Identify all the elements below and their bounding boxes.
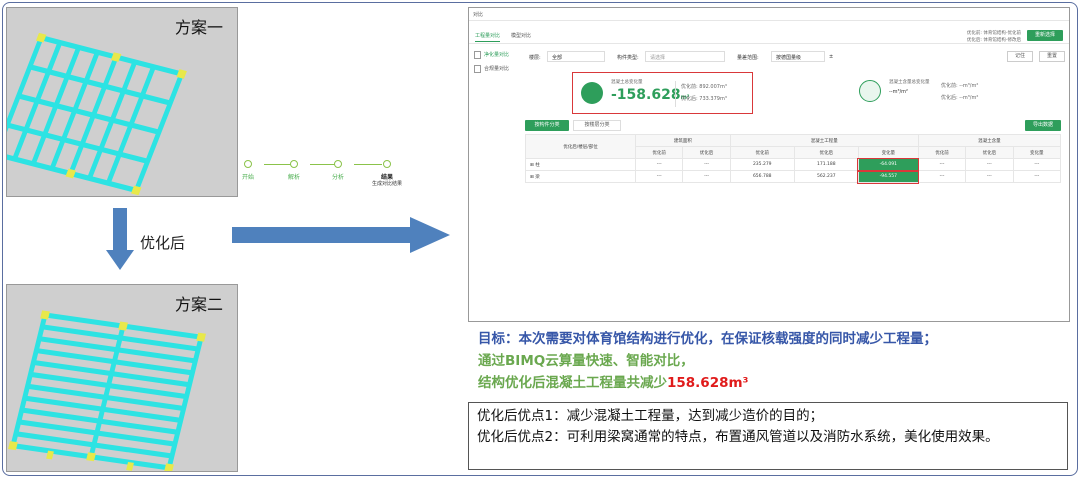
sidebar: 净化量对比 合规量对比 [472, 48, 522, 76]
table-cell: --- [634, 158, 684, 171]
main-tabbar: 工程量对比 模型对比 优化前: 体育馆结构-优化前 优化后: 体育馆结构-修改后… [469, 28, 1069, 44]
table-cell: --- [965, 170, 1014, 183]
table-cell: --- [917, 170, 967, 183]
type-value: 请选择 [650, 55, 666, 61]
column-header: 优化后 [793, 146, 859, 159]
step-result: 结果 生成对比结果 [372, 160, 402, 188]
sidebar-item-label: 合规量对比 [484, 66, 510, 72]
type-select[interactable]: 请选择 [645, 51, 725, 62]
table-cell: --- [917, 158, 967, 171]
card-title: 混凝土含量总变化量 [889, 80, 930, 85]
content-change-value: --m³/m² [889, 89, 909, 95]
export-button[interactable]: 导出数据 [1025, 120, 1061, 131]
info-before: 优化前: 体育馆结构-优化前 [966, 31, 1021, 36]
column-header: 建筑面积 [635, 134, 731, 147]
table-cell: --- [682, 158, 731, 171]
sidebar-item-compliance[interactable]: 合规量对比 [472, 62, 522, 76]
remember-button[interactable]: 记住 [1007, 51, 1033, 62]
table-cell: --- [682, 170, 731, 183]
type-label: 构件类型: [617, 55, 639, 61]
table-cell: 171.188 [793, 158, 859, 171]
progress-steps: 开始 解析 分析 结果 生成对比结果 [238, 160, 408, 220]
goal-line-2: 通过BIMQ云算量快速、智能对比， [478, 353, 694, 369]
window-title: 对比 [469, 8, 1069, 21]
ratio-chart-icon [859, 80, 881, 102]
floor-value: 全部 [552, 55, 563, 61]
range-select[interactable]: 按德国量级 [771, 51, 825, 62]
reselect-button[interactable]: 重新选择 [1027, 30, 1063, 41]
compare-info: 优化前: 体育馆结构-优化前 优化后: 体育馆结构-修改后 [967, 30, 1021, 44]
column-header: 混凝土工程量 [729, 134, 919, 147]
scheme-one-panel: 方案一 [6, 7, 238, 197]
scheme-two-title: 方案二 [174, 295, 223, 314]
advantages-box: 优化后优点1：减少混凝土工程量，达到减少造价的目的； 优化后优点2：可利用梁窝通… [468, 402, 1068, 470]
grid-icon [474, 65, 481, 73]
table-cell: --- [1012, 170, 1062, 183]
tab-model-compare[interactable]: 模型对比 [511, 32, 531, 39]
column-header: 优化后/楼层/部位 [525, 134, 636, 159]
optimized-label: 优化后 [140, 234, 186, 252]
scheme-one-title: 方案一 [174, 18, 223, 37]
table-row[interactable]: ⊞ 梁 --- --- 656.788 562.237 -94.557 --- … [525, 169, 1062, 184]
goal-text: 目标：本次需要对体育馆结构进行优化，在保证核载强度的同时减少工程量； 通过BIM… [478, 328, 937, 394]
step-start: 开始 [242, 160, 254, 181]
table-cell: 235.279 [729, 158, 795, 171]
column-header: 优化前 [634, 146, 684, 159]
table-cell: --- [634, 170, 684, 183]
column-header: 优化前 [917, 146, 967, 159]
table-cell-highlight: -64.091 [857, 157, 920, 172]
comparison-app-window: 对比 工程量对比 模型对比 优化前: 体育馆结构-优化前 优化后: 体育馆结构-… [468, 7, 1070, 322]
down-arrow-icon [106, 208, 134, 270]
range-label: 量差范围: [737, 55, 759, 61]
tab-quantity-compare[interactable]: 工程量对比 [475, 32, 501, 42]
column-header: 优化前 [729, 146, 795, 159]
scheme-two-panel: 方案二 [6, 284, 238, 472]
document-icon [474, 51, 481, 59]
sidebar-item-quantity[interactable]: 净化量对比 [472, 48, 522, 62]
concrete-after: 优化后: 733.379m³ [681, 96, 727, 102]
column-header: 变化量 [1012, 146, 1062, 159]
divider [675, 81, 676, 107]
concrete-before: 优化前: 892.007m³ [681, 84, 727, 90]
row-name[interactable]: ⊞ 柱 [525, 158, 636, 171]
row-name[interactable]: ⊞ 梁 [525, 170, 636, 183]
floor-label: 楼层: [529, 55, 541, 61]
reduction-value: 158.628m³ [667, 375, 749, 391]
table-row[interactable]: ⊞ 柱 --- --- 235.279 171.188 -64.091 --- … [525, 157, 1062, 172]
content-before: 优化前: --m³/m² [941, 83, 979, 89]
table-cell: 656.788 [729, 170, 795, 183]
table-cell: --- [1012, 158, 1062, 171]
right-arrow-icon [232, 217, 450, 253]
comparison-table: 优化后/楼层/部位 建筑面积 混凝土工程量 混凝土含量 优化前 优化后 优化前 … [525, 134, 1062, 184]
concrete-content-card: 混凝土含量总变化量 --m³/m² 优化前: --m³/m² 优化后: --m³… [855, 76, 995, 110]
table-cell-highlight: -94.557 [857, 169, 920, 184]
table-cell: 562.237 [793, 170, 859, 183]
bar-chart-icon [581, 82, 603, 104]
info-after: 优化后: 体育馆结构-修改后 [966, 38, 1021, 43]
goal-line-1: 目标：本次需要对体育馆结构进行优化，在保证核载强度的同时减少工程量； [478, 331, 937, 347]
column-header: 变化量 [857, 146, 919, 159]
column-header: 优化后 [965, 146, 1014, 159]
content-after: 优化后: --m³/m² [941, 95, 979, 101]
range-separator: ± [829, 54, 834, 60]
goal-line-3: 结构优化后混凝土工程量共减少158.628m³ [478, 375, 749, 391]
advantage-2: 优化后优点2：可利用梁窝通常的特点，布置通风管道以及消防水系统，美化使用效果。 [477, 429, 999, 445]
column-header: 混凝土含量 [917, 134, 1062, 147]
concrete-change-card: 混凝土总变化量 -158.628m³ 优化前: 892.007m³ 优化后: 7… [572, 72, 753, 114]
card-title: 混凝土总变化量 [611, 80, 643, 85]
range-value: 按德国量级 [776, 55, 802, 61]
table-cell: --- [965, 158, 1014, 171]
floor-select[interactable]: 全部 [547, 51, 605, 62]
advantage-1: 优化后优点1：减少混凝土工程量，达到减少造价的目的； [477, 408, 824, 424]
sidebar-item-label: 净化量对比 [484, 52, 510, 58]
tab-by-component[interactable]: 按构件分类 [525, 120, 569, 131]
step-analyze: 分析 [332, 160, 344, 181]
step-parse: 解析 [288, 160, 300, 181]
concrete-change-value: -158.628m³ [611, 87, 690, 103]
column-header: 优化后 [682, 146, 731, 159]
tab-by-floor[interactable]: 按楼层分类 [573, 120, 621, 131]
reset-button[interactable]: 重置 [1039, 51, 1065, 62]
